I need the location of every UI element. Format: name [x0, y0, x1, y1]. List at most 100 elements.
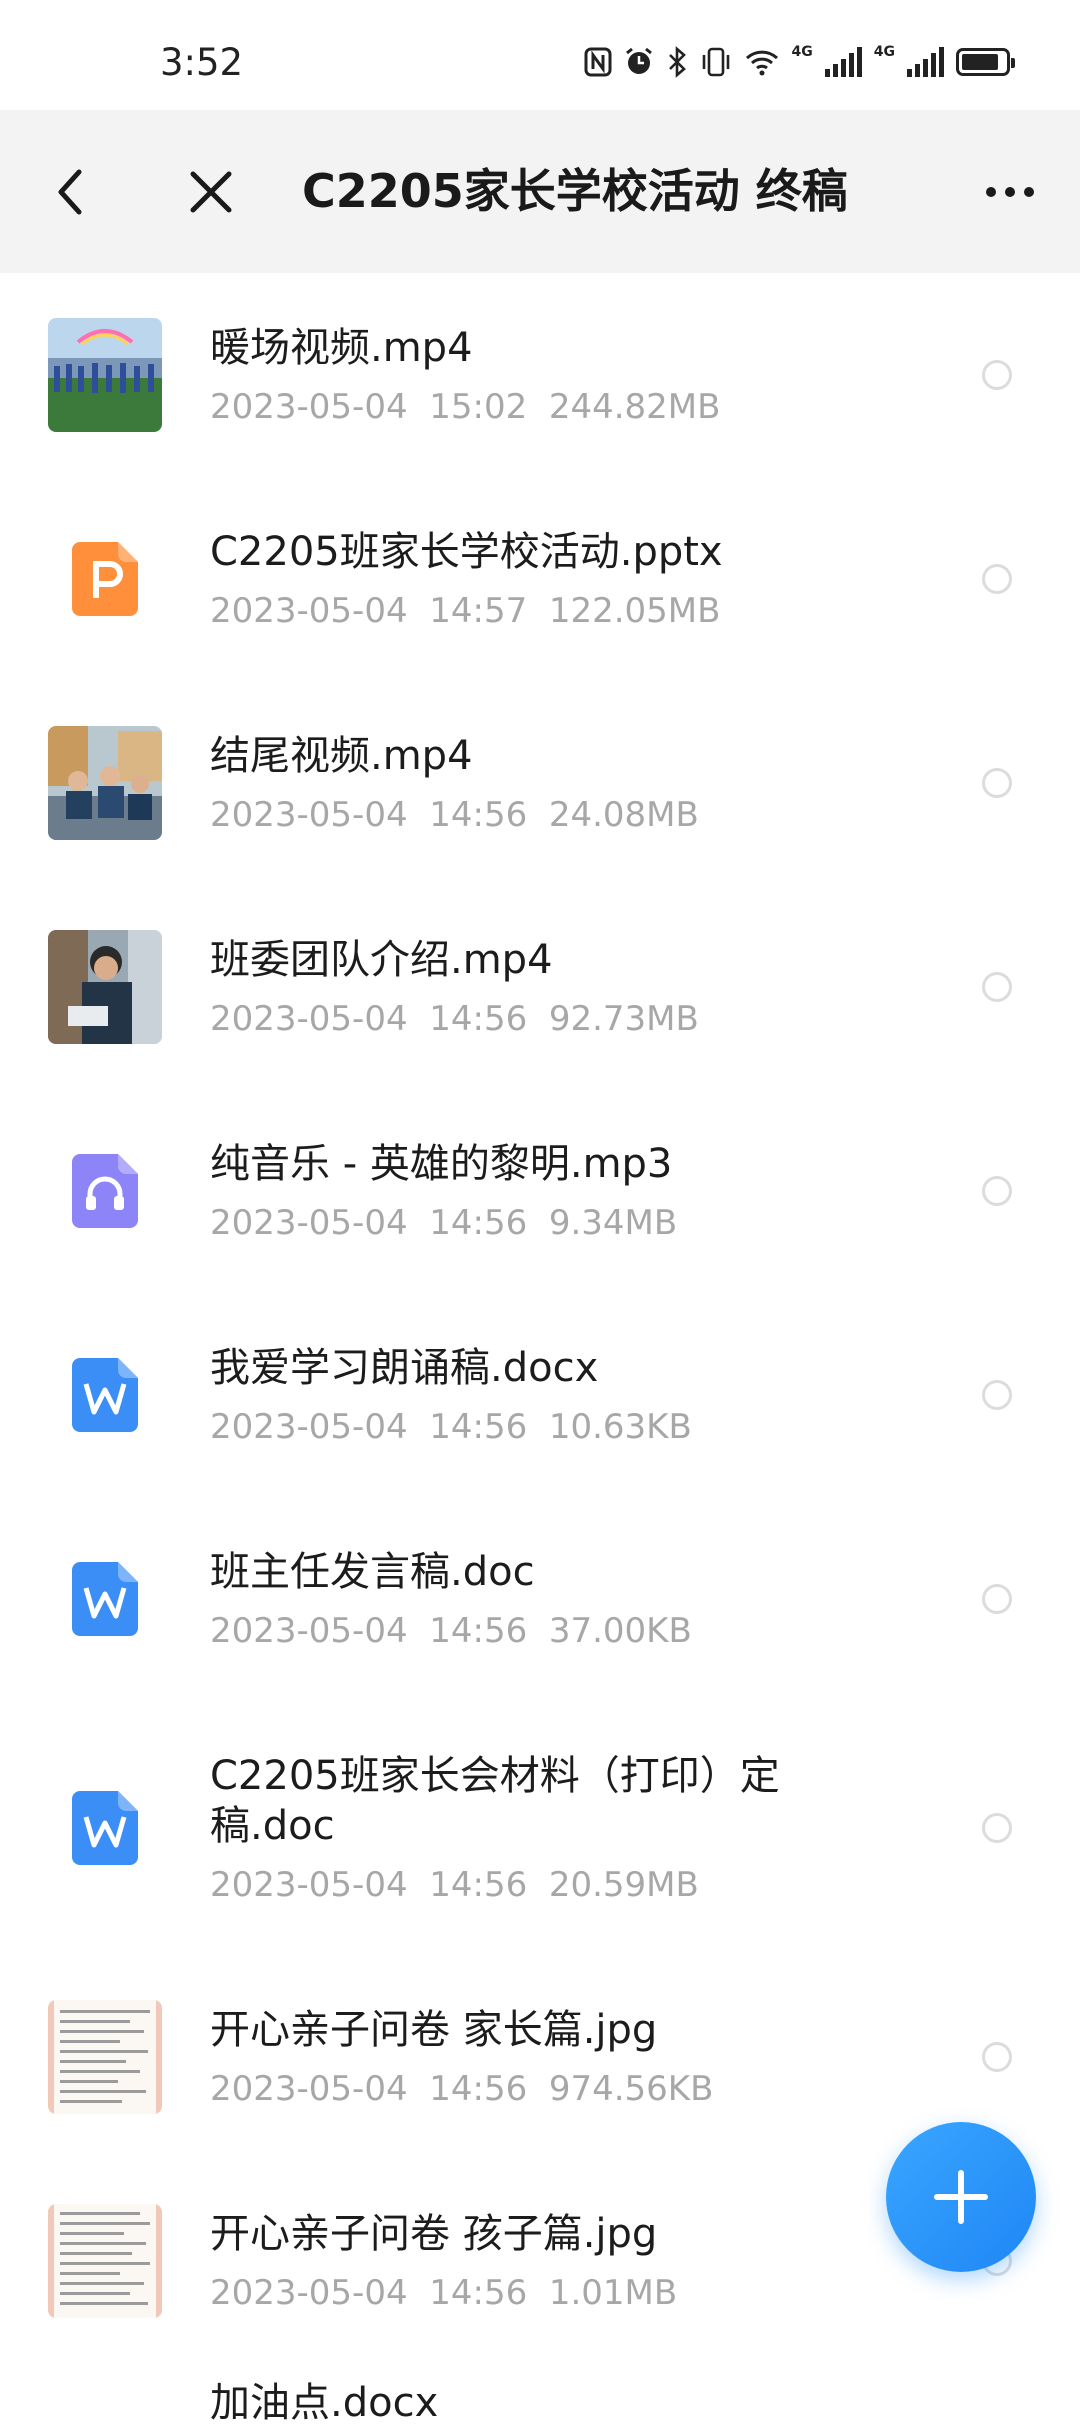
file-list: 暖场视频.mp4 2023-05-04 15:02 244.82MB C2205… — [0, 273, 1080, 2363]
file-date: 2023-05-04 — [210, 999, 408, 1039]
network-type-label-2: 4G — [873, 44, 895, 60]
file-date: 2023-05-04 — [210, 387, 408, 427]
partial-file-name[interactable]: 加油点.docx — [210, 2370, 438, 2428]
file-info: C2205班家长学校活动.pptx 2023-05-04 14:57 122.0… — [210, 527, 900, 631]
word-file-icon — [72, 1562, 138, 1636]
select-radio[interactable] — [982, 972, 1012, 1002]
file-date: 2023-05-04 — [210, 1611, 408, 1651]
file-size: 244.82MB — [548, 387, 721, 427]
status-icons: 4G 4G — [584, 44, 1015, 78]
video-thumbnail — [48, 318, 162, 432]
file-row[interactable]: 纯音乐 - 英雄的黎明.mp3 2023-05-04 14:56 9.34MB — [0, 1089, 1080, 1293]
file-size: 24.08MB — [548, 795, 699, 835]
file-name: 纯音乐 - 英雄的黎明.mp3 — [210, 1141, 673, 1187]
video-thumbnail — [48, 726, 162, 840]
file-name: 班主任发言稿.doc — [210, 1549, 535, 1595]
file-info: 开心亲子问卷 家长篇.jpg 2023-05-04 14:56 974.56KB — [210, 2005, 900, 2109]
signal-icon-2 — [907, 47, 944, 77]
select-radio[interactable] — [982, 1380, 1012, 1410]
file-time: 14:56 — [429, 795, 528, 835]
file-size: 974.56KB — [548, 2069, 714, 2109]
file-info: C2205班家长会材料（打印）定稿.doc 2023-05-04 14:56 2… — [210, 1751, 900, 1905]
file-time: 14:56 — [429, 1203, 528, 1243]
file-meta: 2023-05-04 14:56 9.34MB — [210, 1203, 900, 1243]
alarm-icon — [625, 47, 652, 74]
vibrate-icon — [702, 47, 729, 77]
file-time: 14:57 — [429, 591, 528, 631]
file-info: 开心亲子问卷 孩子篇.jpg 2023-05-04 14:56 1.01MB — [210, 2209, 900, 2313]
network-type-label: 4G — [791, 44, 813, 60]
file-name: 开心亲子问卷 孩子篇.jpg — [210, 2211, 658, 2257]
plus-icon — [934, 2170, 988, 2224]
chevron-left-icon — [58, 169, 82, 214]
file-date: 2023-05-04 — [210, 1203, 408, 1243]
file-row[interactable]: 我爱学习朗诵稿.docx 2023-05-04 14:56 10.63KB — [0, 1293, 1080, 1497]
status-bar: 3:52 4G 4G — [0, 0, 1080, 110]
file-size: 10.63KB — [548, 1407, 692, 1447]
file-time: 14:56 — [429, 999, 528, 1039]
signal-icon — [824, 47, 862, 77]
file-time: 14:56 — [429, 2273, 528, 2313]
select-radio[interactable] — [982, 360, 1012, 390]
file-row[interactable]: 暖场视频.mp4 2023-05-04 15:02 244.82MB — [0, 273, 1080, 477]
file-info: 我爱学习朗诵稿.docx 2023-05-04 14:56 10.63KB — [210, 1343, 900, 1447]
top-app-bar: C2205家长学校活动 终稿 — [0, 110, 1080, 273]
file-time: 14:56 — [429, 1865, 528, 1905]
file-date: 2023-05-04 — [210, 1865, 408, 1905]
more-button[interactable] — [960, 110, 1060, 273]
file-meta: 2023-05-04 14:56 1.01MB — [210, 2273, 900, 2313]
file-info: 暖场视频.mp4 2023-05-04 15:02 244.82MB — [210, 323, 900, 427]
file-name: 开心亲子问卷 家长篇.jpg — [210, 2007, 658, 2053]
select-radio[interactable] — [982, 2042, 1012, 2072]
file-row[interactable]: C2205班家长会材料（打印）定稿.doc 2023-05-04 14:56 2… — [0, 1701, 1080, 1955]
file-date: 2023-05-04 — [210, 1407, 408, 1447]
file-size: 1.01MB — [548, 2273, 678, 2313]
file-name: 暖场视频.mp4 — [210, 325, 473, 371]
file-name: 结尾视频.mp4 — [210, 733, 473, 779]
file-row[interactable]: 开心亲子问卷 家长篇.jpg 2023-05-04 14:56 974.56KB — [0, 1955, 1080, 2159]
select-radio[interactable] — [982, 1813, 1012, 1843]
file-row[interactable]: C2205班家长学校活动.pptx 2023-05-04 14:57 122.0… — [0, 477, 1080, 681]
file-date: 2023-05-04 — [210, 2273, 408, 2313]
back-button[interactable] — [40, 110, 100, 273]
file-meta: 2023-05-04 14:56 37.00KB — [210, 1611, 900, 1651]
video-thumbnail — [48, 930, 162, 1044]
file-time: 14:56 — [429, 1407, 528, 1447]
wifi-icon — [745, 50, 778, 76]
file-info: 班主任发言稿.doc 2023-05-04 14:56 37.00KB — [210, 1547, 900, 1651]
audio-file-icon — [72, 1154, 138, 1228]
file-meta: 2023-05-04 14:56 92.73MB — [210, 999, 900, 1039]
select-radio[interactable] — [982, 564, 1012, 594]
file-date: 2023-05-04 — [210, 2069, 408, 2109]
file-meta: 2023-05-04 14:56 974.56KB — [210, 2069, 900, 2109]
add-file-button[interactable] — [886, 2122, 1036, 2272]
file-info: 班委团队介绍.mp4 2023-05-04 14:56 92.73MB — [210, 935, 900, 1039]
image-thumbnail — [48, 2000, 162, 2114]
file-size: 37.00KB — [548, 1611, 692, 1651]
file-name: C2205班家长会材料（打印）定稿.doc — [210, 1753, 780, 1849]
file-time: 14:56 — [429, 2069, 528, 2109]
close-button[interactable] — [178, 110, 244, 273]
page-title: C2205家长学校活动 终稿 — [302, 164, 848, 218]
file-row[interactable]: 结尾视频.mp4 2023-05-04 14:56 24.08MB — [0, 681, 1080, 885]
status-time: 3:52 — [160, 41, 244, 84]
file-row[interactable]: 班主任发言稿.doc 2023-05-04 14:56 37.00KB — [0, 1497, 1080, 1701]
select-radio[interactable] — [982, 1584, 1012, 1614]
file-row[interactable]: 班委团队介绍.mp4 2023-05-04 14:56 92.73MB — [0, 885, 1080, 1089]
select-radio[interactable] — [982, 768, 1012, 798]
file-date: 2023-05-04 — [210, 795, 408, 835]
word-file-icon — [72, 1791, 138, 1865]
file-meta: 2023-05-04 14:56 24.08MB — [210, 795, 900, 835]
file-date: 2023-05-04 — [210, 591, 408, 631]
file-meta: 2023-05-04 14:56 10.63KB — [210, 1407, 900, 1447]
word-file-icon — [72, 1358, 138, 1432]
file-name: 我爱学习朗诵稿.docx — [210, 1345, 599, 1391]
select-radio[interactable] — [982, 1176, 1012, 1206]
close-icon — [190, 171, 232, 212]
file-size: 9.34MB — [548, 1203, 678, 1243]
file-name: 班委团队介绍.mp4 — [210, 937, 553, 983]
file-size: 122.05MB — [548, 591, 721, 631]
file-meta: 2023-05-04 14:57 122.05MB — [210, 591, 900, 631]
file-time: 14:56 — [429, 1611, 528, 1651]
file-meta: 2023-05-04 15:02 244.82MB — [210, 387, 900, 427]
